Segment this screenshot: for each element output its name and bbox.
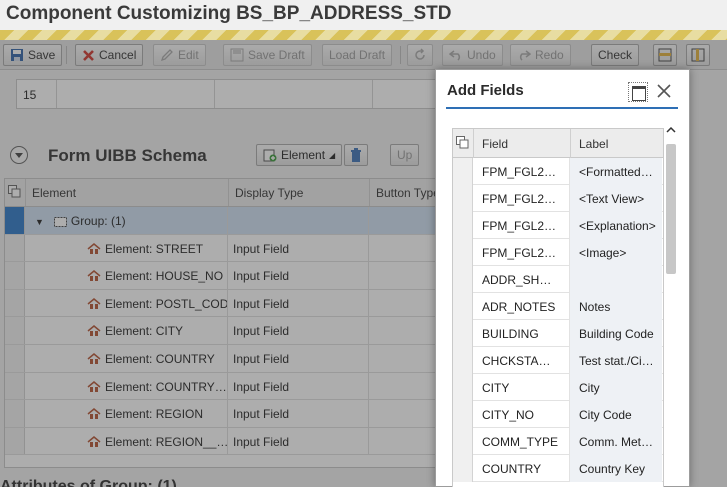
fields-scrollbar[interactable] xyxy=(664,122,678,487)
field-cell: BUILDING xyxy=(473,320,570,347)
maximize-icon[interactable] xyxy=(628,82,648,102)
label-cell: City xyxy=(570,374,662,401)
scroll-up-icon[interactable] xyxy=(666,125,676,135)
row-selector[interactable] xyxy=(453,293,473,320)
label-cell: <Explanation> xyxy=(570,212,662,239)
field-cell: CHCKSTA… xyxy=(473,347,570,374)
select-all-icon[interactable] xyxy=(453,129,473,158)
field-cell: FPM_FGL2… xyxy=(473,212,570,239)
dialog-title: Add Fields xyxy=(447,82,524,99)
row-selector[interactable] xyxy=(453,401,473,428)
attributes-title: Attributes of Group: (1) xyxy=(0,478,177,487)
field-cell: FPM_FGL2… xyxy=(473,158,570,185)
dialog-title-underline xyxy=(446,107,678,109)
field-row[interactable]: BUILDING Building Code xyxy=(453,320,663,347)
field-row[interactable]: ADDR_SH… xyxy=(453,266,663,293)
label-cell: Test stat./Ci… xyxy=(570,347,662,374)
column-header-label[interactable]: Label xyxy=(570,129,663,158)
row-selector[interactable] xyxy=(453,374,473,401)
row-selector[interactable] xyxy=(453,266,473,293)
field-row[interactable]: COMM_TYPE Comm. Met… xyxy=(453,428,663,455)
row-selector[interactable] xyxy=(453,212,473,239)
label-cell xyxy=(570,266,662,293)
label-cell: Comm. Met… xyxy=(570,428,662,455)
field-cell: COMM_TYPE xyxy=(473,428,570,455)
label-cell: Notes xyxy=(570,293,662,320)
label-cell: <Formatted… xyxy=(570,158,662,185)
row-selector[interactable] xyxy=(453,239,473,266)
field-row[interactable]: CITY City xyxy=(453,374,663,401)
add-fields-dialog: Add Fields Field Label FPM_FGL2… <Formatt… xyxy=(435,69,690,487)
field-row[interactable]: CITY_NO City Code xyxy=(453,401,663,428)
row-selector[interactable] xyxy=(453,428,473,455)
field-cell: COUNTRY xyxy=(473,455,570,482)
row-selector[interactable] xyxy=(453,185,473,212)
column-header-field[interactable]: Field xyxy=(473,129,570,158)
close-icon[interactable] xyxy=(654,81,674,101)
title-bar: Component Customizing BS_BP_ADDRESS_STD xyxy=(0,0,727,30)
hazard-stripe xyxy=(0,30,727,40)
field-row[interactable]: FPM_FGL2… <Formatted… xyxy=(453,158,663,185)
label-cell: <Text View> xyxy=(570,185,662,212)
label-cell: Building Code xyxy=(570,320,662,347)
field-cell: CITY_NO xyxy=(473,401,570,428)
field-cell: ADDR_SH… xyxy=(473,266,570,293)
field-row[interactable]: FPM_FGL2… <Image> xyxy=(453,239,663,266)
fields-table: Field Label FPM_FGL2… <Formatted… FPM_FGL2… xyxy=(452,128,664,487)
field-cell: ADR_NOTES xyxy=(473,293,570,320)
label-cell: <Image> xyxy=(570,239,662,266)
row-selector[interactable] xyxy=(453,320,473,347)
fields-table-header: Field Label xyxy=(453,129,663,158)
row-selector[interactable] xyxy=(453,455,473,482)
field-row[interactable]: FPM_FGL2… <Explanation> xyxy=(453,212,663,239)
row-selector[interactable] xyxy=(453,347,473,374)
field-row[interactable]: COUNTRY Country Key xyxy=(453,455,663,482)
field-cell: CITY xyxy=(473,374,570,401)
field-cell: FPM_FGL2… xyxy=(473,185,570,212)
field-cell: FPM_FGL2… xyxy=(473,239,570,266)
window-title: Component Customizing BS_BP_ADDRESS_STD xyxy=(6,3,452,24)
label-cell: Country Key xyxy=(570,455,662,482)
row-selector[interactable] xyxy=(453,158,473,185)
field-row[interactable]: CHCKSTA… Test stat./Ci… xyxy=(453,347,663,374)
field-row[interactable]: ADR_NOTES Notes xyxy=(453,293,663,320)
scrollbar-thumb[interactable] xyxy=(666,144,676,274)
label-cell: City Code xyxy=(570,401,662,428)
field-row[interactable]: FPM_FGL2… <Text View> xyxy=(453,185,663,212)
